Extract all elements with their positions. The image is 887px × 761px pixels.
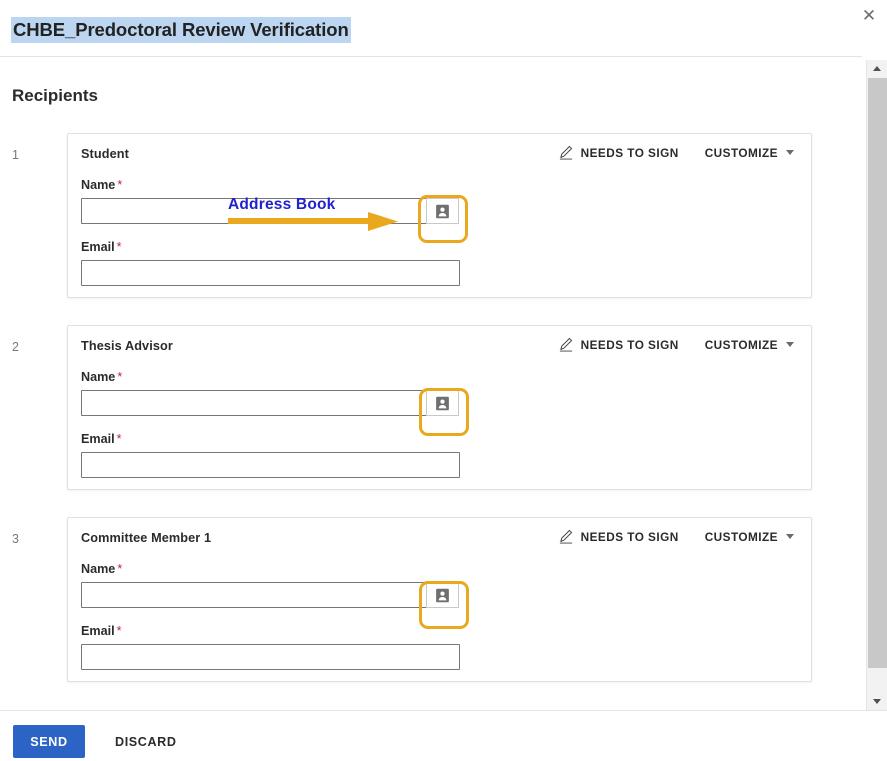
- send-button[interactable]: SEND: [13, 725, 85, 758]
- customize-label: CUSTOMIZE: [704, 337, 778, 352]
- chevron-down-icon: [786, 534, 794, 539]
- email-label-text: Email: [81, 432, 115, 446]
- email-input[interactable]: [81, 452, 460, 478]
- recipient-card: Committee Member 1 NEEDS TO SIGN CUSTOMI: [67, 517, 812, 682]
- recipient-role-label: Student: [81, 147, 129, 161]
- customize-label: CUSTOMIZE: [704, 529, 778, 544]
- page-title: Recipients: [12, 86, 98, 105]
- address-book-annotation-label: Address Book: [228, 196, 336, 213]
- address-book-button[interactable]: [426, 582, 459, 608]
- required-marker: *: [116, 240, 122, 254]
- recipients-scroll-region[interactable]: Recipients 1 Student NEEDS TO SIGN CUSTO…: [0, 57, 862, 710]
- pencil-icon: [559, 337, 572, 352]
- scrollbar-thumb[interactable]: [868, 78, 887, 668]
- recipient-index: 2: [12, 340, 19, 354]
- recipient-role-label: Thesis Advisor: [81, 339, 173, 353]
- needs-to-sign-button[interactable]: NEEDS TO SIGN: [558, 529, 679, 544]
- scroll-down-button[interactable]: [867, 693, 887, 710]
- email-field-label: Email *: [81, 624, 122, 638]
- recipient-index: 1: [12, 148, 19, 162]
- recipient-role-label: Committee Member 1: [81, 531, 212, 545]
- required-marker: *: [117, 562, 123, 576]
- email-input[interactable]: [81, 644, 460, 670]
- address-book-button[interactable]: [426, 198, 459, 224]
- name-input[interactable]: [81, 390, 427, 416]
- needs-to-sign-button[interactable]: NEEDS TO SIGN: [558, 145, 679, 160]
- customize-dropdown[interactable]: CUSTOMIZE: [705, 530, 794, 544]
- email-field-label: Email *: [81, 432, 122, 446]
- name-label-text: Name: [81, 562, 116, 576]
- address-book-icon: [436, 396, 449, 410]
- needs-to-sign-label: NEEDS TO SIGN: [580, 529, 679, 544]
- recipient-actions: NEEDS TO SIGN CUSTOMIZE: [558, 337, 794, 352]
- envelope-recipients-dialog: CHBE_Predoctoral Review Verification ✕ R…: [0, 0, 887, 761]
- chevron-down-icon: [786, 342, 794, 347]
- dialog-header: CHBE_Predoctoral Review Verification ✕: [0, 0, 887, 57]
- recipient-index: 3: [12, 532, 19, 546]
- address-book-button[interactable]: [426, 390, 459, 416]
- customize-dropdown[interactable]: CUSTOMIZE: [705, 338, 794, 352]
- close-icon[interactable]: ✕: [858, 4, 880, 26]
- scroll-up-arrow-icon: [873, 66, 881, 71]
- pencil-icon: [559, 145, 572, 160]
- needs-to-sign-button[interactable]: NEEDS TO SIGN: [558, 337, 679, 352]
- recipient-actions: NEEDS TO SIGN CUSTOMIZE: [558, 145, 794, 160]
- email-field-label: Email *: [81, 240, 122, 254]
- name-label-text: Name: [81, 370, 116, 384]
- recipient-actions: NEEDS TO SIGN CUSTOMIZE: [558, 529, 794, 544]
- recipient-card-body: Committee Member 1 NEEDS TO SIGN CUSTOMI: [68, 518, 811, 681]
- email-label-text: Email: [81, 624, 115, 638]
- chevron-down-icon: [786, 150, 794, 155]
- address-book-icon: [436, 588, 449, 602]
- required-marker: *: [117, 178, 123, 192]
- pencil-icon: [559, 529, 572, 544]
- recipient-card-body: Student NEEDS TO SIGN CUSTOMIZE Name * E…: [68, 134, 811, 297]
- name-field-label: Name *: [81, 562, 122, 576]
- recipient-card: Thesis Advisor NEEDS TO SIGN CUSTOMIZE N…: [67, 325, 812, 490]
- customize-dropdown[interactable]: CUSTOMIZE: [705, 146, 794, 160]
- required-marker: *: [116, 624, 122, 638]
- required-marker: *: [117, 370, 123, 384]
- recipient-card: Student NEEDS TO SIGN CUSTOMIZE Name * E…: [67, 133, 812, 298]
- name-field-label: Name *: [81, 370, 122, 384]
- scroll-down-arrow-icon: [873, 699, 881, 704]
- name-input[interactable]: [81, 582, 427, 608]
- needs-to-sign-label: NEEDS TO SIGN: [580, 145, 679, 160]
- email-label-text: Email: [81, 240, 115, 254]
- name-label-text: Name: [81, 178, 116, 192]
- scroll-up-button[interactable]: [867, 60, 887, 77]
- recipient-card-body: Thesis Advisor NEEDS TO SIGN CUSTOMIZE N…: [68, 326, 811, 489]
- customize-label: CUSTOMIZE: [704, 145, 778, 160]
- vertical-scrollbar[interactable]: [866, 60, 887, 710]
- document-title: CHBE_Predoctoral Review Verification: [11, 17, 351, 44]
- required-marker: *: [116, 432, 122, 446]
- address-book-icon: [436, 204, 449, 218]
- email-input[interactable]: [81, 260, 460, 286]
- discard-button[interactable]: DISCARD: [103, 725, 189, 758]
- name-field-label: Name *: [81, 178, 122, 192]
- needs-to-sign-label: NEEDS TO SIGN: [580, 337, 679, 352]
- dialog-footer: SEND DISCARD: [0, 710, 887, 761]
